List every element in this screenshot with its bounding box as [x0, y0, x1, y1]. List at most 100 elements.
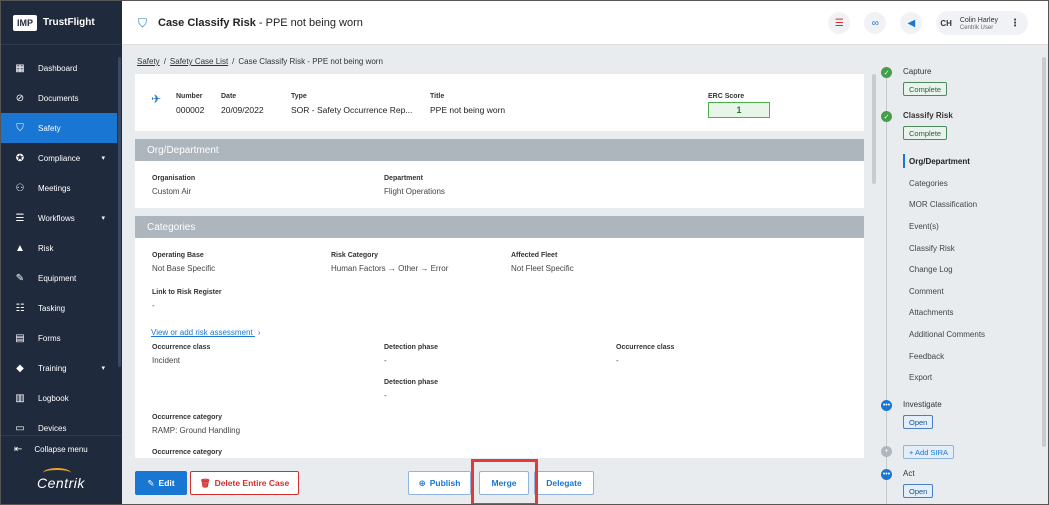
sidebar-item-workflows[interactable]: ☰ Workflows ▾ — [1, 203, 117, 233]
breadcrumb-separator: / — [163, 57, 166, 66]
organisation-value: Custom Air — [152, 187, 192, 196]
categories-section: Categories Operating Base Not Base Speci… — [135, 216, 864, 458]
org-department-section: Org/Department Organisation Custom Air D… — [135, 139, 864, 208]
erc-score-label: ERC Score — [708, 93, 745, 100]
occurrence-category-field: Occurrence category RAMP: Ground Handlin… — [152, 414, 240, 435]
step-classify-title: Classify Risk — [903, 111, 953, 120]
section-link-mor-classification[interactable]: MOR Classification — [909, 194, 985, 216]
occurrence-class-value: Incident — [152, 356, 181, 365]
sidebar-item-documents[interactable]: ⊘ Documents — [1, 83, 117, 113]
delete-case-button[interactable]: 🗑 Delete Entire Case — [190, 471, 299, 495]
section-link-feedback[interactable]: Feedback — [909, 345, 985, 367]
delegate-button[interactable]: Delegate — [534, 471, 594, 495]
content-scrollbar[interactable] — [872, 74, 876, 184]
investigate-status-badge[interactable]: Open — [903, 415, 934, 429]
section-link-attachments[interactable]: Attachments — [909, 302, 985, 324]
section-link-event-s[interactable]: Event(s) — [909, 216, 985, 238]
step-act-title: Act — [903, 469, 915, 478]
erc-score-badge: 1 — [708, 102, 770, 118]
publish-button[interactable]: ⊕ Publish — [408, 471, 471, 495]
detection-phase-label: Detection phase — [384, 344, 439, 351]
organisation-field: Organisation Custom Air — [152, 175, 195, 196]
chevron-down-icon: ▾ — [101, 215, 105, 222]
type-label: Type — [291, 93, 307, 100]
summary-date: Date 20/09/2022 — [221, 93, 264, 115]
occurrence-category-label: Occurrence category — [152, 414, 223, 421]
breadcrumb-safety[interactable]: Safety — [137, 57, 160, 66]
sidebar-item-label: Devices — [38, 423, 67, 433]
view-risk-assessment-label: View or add risk assessment — [151, 328, 253, 337]
page-title-main: Case Classify Risk — [158, 17, 256, 29]
sidebar-item-compliance[interactable]: ✪ Compliance ▾ — [1, 143, 117, 173]
workflow-panel: ✓ Capture Complete ✓ Classify Risk Compl… — [879, 45, 1039, 504]
merge-button[interactable]: Merge — [479, 471, 529, 495]
sidebar-item-label: Tasking — [38, 303, 66, 313]
sidebar-item-training[interactable]: ◆ Training ▾ — [1, 353, 117, 383]
department-value: Flight Operations — [384, 187, 445, 196]
link-register-label: Link to Risk Register — [152, 289, 222, 296]
sidebar-item-logbook[interactable]: ▥ Logbook — [1, 383, 117, 413]
sidebar-nav: ▦ Dashboard ⊘ Documents ⛉ Safety ✪ Compliance ▾ ⚇… — [1, 53, 117, 443]
warning-icon: ▲ — [15, 242, 25, 254]
section-link-comment[interactable]: Comment — [909, 281, 985, 303]
trash-icon: 🗑 — [199, 477, 211, 488]
user-menu[interactable]: CH Colin Harley Centrik User ⋮ — [936, 11, 1028, 35]
number-label: Number — [176, 93, 203, 100]
page-title: Case Classify Risk - PPE not being worn — [158, 17, 363, 29]
date-value: 20/09/2022 — [221, 105, 264, 115]
link-button[interactable]: ∞ — [864, 12, 887, 34]
case-content: ✈ Number 000002 Date 20/09/2022 Type SOR… — [135, 74, 864, 458]
case-summary-card: ✈ Number 000002 Date 20/09/2022 Type SOR… — [135, 74, 864, 131]
check-circle-icon: ✓ — [881, 67, 892, 78]
user-role: Centrik User — [959, 24, 994, 31]
risk-category-value: Human Factors → Other → Error — [331, 264, 449, 273]
more-vertical-icon[interactable]: ⋮ — [1010, 18, 1020, 29]
detection-phase-field: Detection phase - — [384, 344, 438, 365]
panel-scrollbar[interactable] — [1042, 57, 1046, 447]
sidebar-item-meetings[interactable]: ⚇ Meetings — [1, 173, 117, 203]
view-risk-assessment-link[interactable]: View or add risk assessment › — [151, 328, 261, 337]
collapse-menu-button[interactable]: ⇤ Collapse menu — [1, 435, 122, 463]
header-actions: ☰ ∞ ◀ CH Colin Harley Centrik User ⋮ — [814, 11, 1028, 35]
occurrence-category-field-2: Occurrence category — [152, 449, 222, 458]
sidebar-item-safety[interactable]: ⛉ Safety — [1, 113, 117, 143]
database-button[interactable]: ☰ — [828, 12, 851, 34]
brand[interactable]: IMP TrustFlight — [1, 1, 122, 45]
chevron-right-icon: › — [257, 328, 261, 337]
occurrence-class-field: Occurrence class Incident — [152, 344, 210, 365]
collapse-menu-label: Collapse menu — [34, 445, 88, 454]
add-sira-button[interactable]: + Add SIRA — [903, 445, 954, 459]
breadcrumb: Safety / Safety Case List / Case Classify Ri… — [137, 57, 383, 66]
edit-button[interactable]: ✎ Edit — [135, 471, 187, 495]
section-link-export[interactable]: Export — [909, 367, 985, 389]
breadcrumb-safety-case-list[interactable]: Safety Case List — [170, 57, 228, 66]
sidebar-item-label: Meetings — [38, 183, 71, 193]
detection-phase-field-2: Detection phase - — [384, 379, 438, 400]
sidebar-item-label: Logbook — [38, 393, 69, 403]
section-link-classify-risk[interactable]: Classify Risk — [909, 237, 985, 259]
sidebar-item-risk[interactable]: ▲ Risk — [1, 233, 117, 263]
sidebar: IMP TrustFlight ▦ Dashboard ⊘ Documents ⛉ Saf… — [1, 1, 122, 504]
act-status-badge[interactable]: Open — [903, 484, 934, 498]
ellipsis-circle-icon: ••• — [881, 469, 892, 480]
section-link-additional-comments[interactable]: Additional Comments — [909, 324, 985, 346]
sidebar-item-forms[interactable]: ▤ Forms — [1, 323, 117, 353]
sidebar-item-dashboard[interactable]: ▦ Dashboard — [1, 53, 117, 83]
sidebar-item-equipment[interactable]: ✎ Equipment — [1, 263, 117, 293]
section-link-change-log[interactable]: Change Log — [909, 259, 985, 281]
risk-category-field: Risk Category Human Factors → Other → Er… — [331, 252, 448, 273]
sidebar-scrollbar[interactable] — [118, 57, 121, 367]
operating-base-value: Not Base Specific — [152, 264, 216, 273]
section-link-categories[interactable]: Categories — [909, 173, 985, 195]
sidebar-item-tasking[interactable]: ☷ Tasking — [1, 293, 117, 323]
sidebar-item-label: Risk — [38, 243, 54, 253]
form-icon: ▤ — [15, 332, 25, 344]
title-label: Title — [430, 93, 445, 100]
sidebar-item-label: Equipment — [38, 273, 77, 283]
brand-logo: IMP — [13, 14, 38, 31]
occurrence-class-label-2: Occurrence class — [616, 344, 675, 351]
book-icon: ▥ — [15, 392, 25, 404]
announcement-button[interactable]: ◀ — [900, 12, 923, 34]
section-link-org-department[interactable]: Org/Department — [909, 151, 985, 173]
department-label: Department — [384, 175, 423, 182]
